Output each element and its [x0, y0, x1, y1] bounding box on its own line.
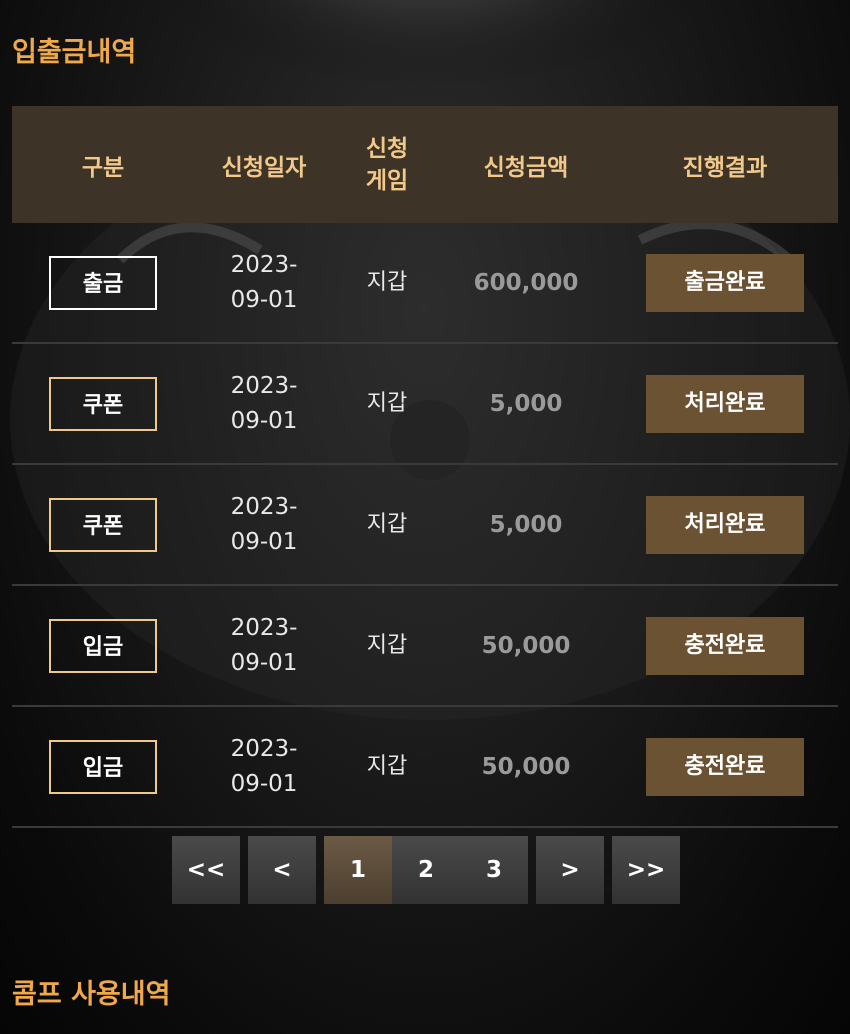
date-line-1: 2023- — [230, 493, 298, 520]
game-cell: 지갑 — [366, 390, 408, 416]
result-button[interactable]: 충전완료 — [646, 737, 804, 796]
date-cell: 2023- 09-01 — [194, 732, 334, 802]
date-line-1: 2023- — [230, 614, 298, 641]
date-cell: 2023- 09-01 — [194, 248, 334, 318]
page-numbers: 1 2 3 — [324, 836, 528, 904]
first-page-button[interactable]: << — [172, 836, 240, 904]
date-line-1: 2023- — [230, 372, 298, 399]
table-row: 쿠폰 2023- 09-01 지갑 5,000 처리완료 — [12, 344, 838, 465]
table-header: 구분 신청일자 신청 게임 신청금액 진행결과 — [12, 106, 838, 223]
table-row: 입금 2023- 09-01 지갑 50,000 충전완료 — [12, 707, 838, 828]
page-button-3[interactable]: 3 — [460, 836, 528, 904]
type-badge: 쿠폰 — [49, 376, 157, 431]
date-line-2: 09-01 — [230, 770, 298, 797]
game-cell: 지갑 — [366, 632, 408, 658]
prev-page-button[interactable]: < — [248, 836, 316, 904]
type-badge: 입금 — [49, 618, 157, 673]
date-line-2: 09-01 — [230, 286, 298, 313]
date-cell: 2023- 09-01 — [194, 369, 334, 439]
table-row: 입금 2023- 09-01 지갑 50,000 충전완료 — [12, 586, 838, 707]
amount-cell: 600,000 — [473, 269, 579, 296]
deposit-history-title: 입출금내역 — [12, 37, 137, 68]
game-cell: 지갑 — [366, 753, 408, 779]
date-line-1: 2023- — [230, 251, 298, 278]
result-button[interactable]: 출금완료 — [646, 253, 804, 312]
amount-cell: 5,000 — [489, 390, 563, 417]
column-header-date: 신청일자 — [221, 154, 307, 181]
result-button[interactable]: 처리완료 — [646, 374, 804, 433]
type-badge: 쿠폰 — [49, 497, 157, 552]
date-cell: 2023- 09-01 — [194, 611, 334, 681]
amount-cell: 5,000 — [489, 511, 563, 538]
page-button-1[interactable]: 1 — [324, 836, 392, 904]
date-line-2: 09-01 — [230, 649, 298, 676]
result-button[interactable]: 충전완료 — [646, 616, 804, 675]
last-page-button[interactable]: >> — [612, 836, 680, 904]
type-badge: 출금 — [49, 255, 157, 310]
table-row: 쿠폰 2023- 09-01 지갑 5,000 처리완료 — [12, 465, 838, 586]
column-header-result: 진행결과 — [682, 154, 768, 181]
next-page-button[interactable]: > — [536, 836, 604, 904]
game-cell: 지갑 — [366, 269, 408, 295]
column-header-type: 구분 — [81, 154, 125, 181]
result-button[interactable]: 처리완료 — [646, 495, 804, 554]
date-line-2: 09-01 — [230, 528, 298, 555]
column-header-game: 신청 게임 — [365, 135, 409, 194]
deposit-history-table: 구분 신청일자 신청 게임 신청금액 진행결과 출금 2023- 09-01 지갑… — [12, 106, 838, 828]
amount-cell: 50,000 — [481, 753, 571, 780]
column-header-amount: 신청금액 — [483, 154, 569, 181]
game-cell: 지갑 — [366, 511, 408, 537]
date-line-1: 2023- — [230, 735, 298, 762]
comp-history-title: 콤프 사용내역 — [12, 979, 171, 1010]
date-line-2: 09-01 — [230, 407, 298, 434]
pagination: << < 1 2 3 > >> — [172, 836, 680, 904]
amount-cell: 50,000 — [481, 632, 571, 659]
table-row: 출금 2023- 09-01 지갑 600,000 출금완료 — [12, 223, 838, 344]
date-cell: 2023- 09-01 — [194, 490, 334, 560]
page-button-2[interactable]: 2 — [392, 836, 460, 904]
type-badge: 입금 — [49, 739, 157, 794]
